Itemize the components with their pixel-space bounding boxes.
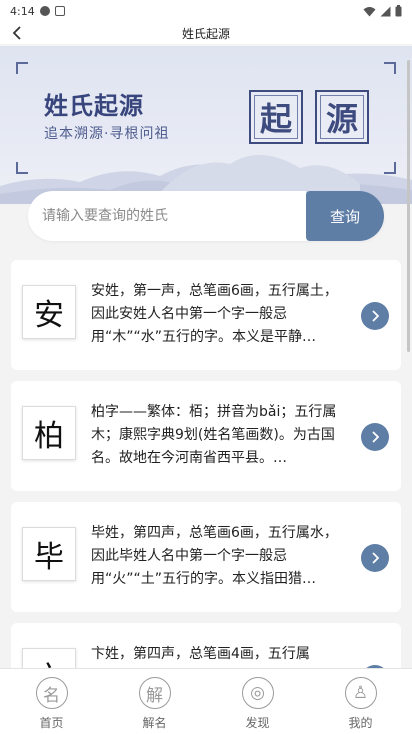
tab-label: 解名 <box>142 716 167 730</box>
corner-ornament <box>16 62 28 74</box>
open-detail-button[interactable] <box>361 423 389 451</box>
tab-label: 发现 <box>245 716 270 730</box>
compass-icon: ◎ <box>241 677 274 709</box>
surname-summary: 毕姓，第四声，总笔画6画，五行属水，因此毕姓人名中第一个字一般忌用“火”“土”五… <box>91 525 338 587</box>
surname-summary: 柏字——繁体：栢；拼音为bǎi；五行属木；康熙字典9划(姓名笔画数)。为古国名。… <box>91 404 337 466</box>
search-button[interactable]: 查询 <box>306 191 384 241</box>
back-button[interactable] <box>8 24 26 42</box>
surname-char: 安 <box>22 285 76 339</box>
app-bar: 姓氏起源 <box>0 22 412 44</box>
banner-subtitle: 追本溯源·寻根问祖 <box>44 126 170 142</box>
scrollbar[interactable] <box>407 60 410 352</box>
analysis-icon: 解 <box>138 677 171 709</box>
status-bar: 4:14 <box>0 0 412 22</box>
alert-icon <box>39 6 50 16</box>
search-bar: 查询 <box>28 191 384 241</box>
user-icon: ♙ <box>344 677 377 709</box>
surname-summary: 安姓，第一声，总笔画6画，五行属土，因此安姓人名中第一个字一般忌用“木”“水”五… <box>91 283 338 345</box>
chevron-right-icon <box>372 431 379 443</box>
corner-ornament <box>384 62 396 74</box>
tab-label: 首页 <box>39 716 64 730</box>
tab-name-analysis[interactable]: 解 解名 <box>103 669 206 734</box>
banner: 姓氏起源 追本溯源·寻根问祖 起 源 <box>0 46 412 204</box>
open-detail-button[interactable] <box>361 544 389 572</box>
battery-icon <box>395 5 402 17</box>
open-detail-button[interactable] <box>361 302 389 330</box>
seal-char: 起 <box>249 90 303 144</box>
chevron-right-icon <box>372 310 379 322</box>
surname-card[interactable]: 柏 柏字——繁体：栢；拼音为bǎi；五行属木；康熙字典9划(姓名笔画数)。为古国… <box>11 381 401 491</box>
notification-icon <box>54 6 65 16</box>
page-title: 姓氏起源 <box>181 26 230 41</box>
name-icon: 名 <box>35 677 68 709</box>
tab-home[interactable]: 名 首页 <box>0 669 103 734</box>
status-time: 4:14 <box>10 4 35 18</box>
status-right <box>363 5 402 17</box>
tab-profile[interactable]: ♙ 我的 <box>309 669 412 734</box>
surname-char: 柏 <box>22 406 76 460</box>
tab-discover[interactable]: ◎ 发现 <box>206 669 309 734</box>
surname-search-input[interactable] <box>28 191 306 241</box>
bottom-tab-bar: 名 首页 解 解名 ◎ 发现 ♙ 我的 <box>0 668 412 734</box>
status-left: 4:14 <box>10 5 65 18</box>
surname-card[interactable]: 毕 毕姓，第四声，总笔画6画，五行属水，因此毕姓人名中第一个字一般忌用“火”“土… <box>11 502 401 612</box>
surname-char: 卞 <box>22 648 76 668</box>
surname-char: 毕 <box>22 527 76 581</box>
surname-card[interactable]: 安 安姓，第一声，总笔画6画，五行属土，因此安姓人名中第一个字一般忌用“木”“水… <box>11 260 401 370</box>
wifi-icon <box>363 6 376 16</box>
surname-list[interactable]: 安 安姓，第一声，总笔画6画，五行属土，因此安姓人名中第一个字一般忌用“木”“水… <box>11 260 401 668</box>
banner-title: 姓氏起源 <box>44 91 144 120</box>
surname-summary: 卞姓，第四声，总笔画4画，五行属 <box>91 646 310 662</box>
surname-card[interactable]: 卞 卞姓，第四声，总笔画4画，五行属 <box>11 623 401 668</box>
chevron-left-icon <box>12 26 21 40</box>
seal-char: 源 <box>315 90 369 144</box>
tab-label: 我的 <box>348 716 373 730</box>
chevron-right-icon <box>372 552 379 564</box>
signal-icon <box>380 6 391 16</box>
